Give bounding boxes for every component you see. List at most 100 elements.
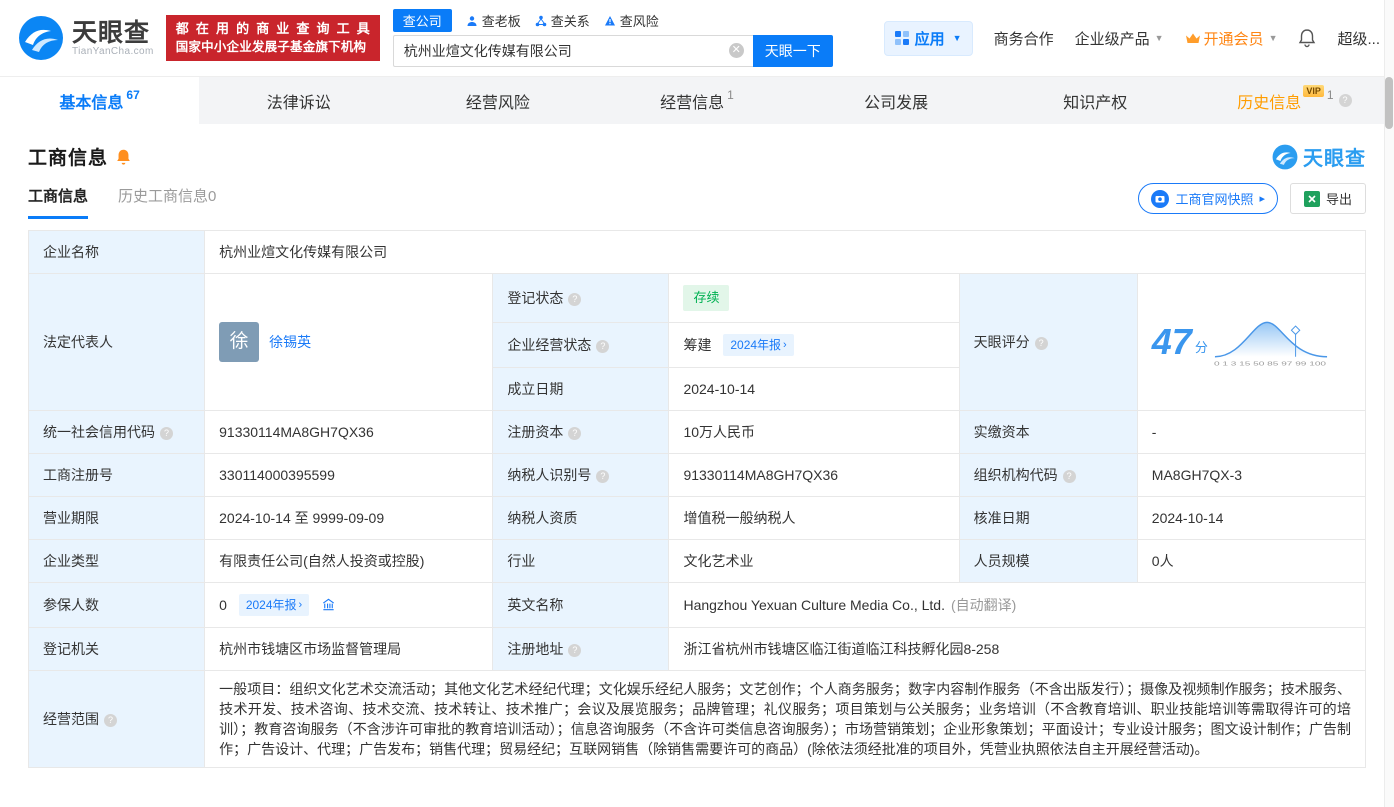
tab-operational-risk[interactable]: 经营风险: [398, 77, 597, 124]
help-icon[interactable]: ?: [160, 427, 173, 440]
brand-name: 天眼查: [72, 20, 154, 46]
field-value: 杭州业煊文化传媒有限公司: [205, 231, 1366, 274]
tab-history-info[interactable]: 历史信息 VIP 1 ?: [1195, 77, 1394, 124]
subtab-business-info[interactable]: 工商信息: [28, 185, 88, 219]
help-icon[interactable]: ?: [1035, 337, 1048, 350]
help-icon[interactable]: ?: [568, 644, 581, 657]
field-label: 人员规模: [959, 540, 1137, 583]
field-value: 筹建 2024年报›: [669, 323, 959, 368]
row-registration-number: 工商注册号 330114000395599 纳税人识别号? 91330114MA…: [29, 454, 1366, 497]
wave-logo-icon: [1272, 144, 1298, 170]
camera-icon: [1151, 190, 1169, 208]
tab-legal-proceedings[interactable]: 法律诉讼: [199, 77, 398, 124]
field-value: 2024-10-14: [1137, 497, 1365, 540]
avatar[interactable]: 徐: [219, 322, 259, 362]
field-label: 法定代表人: [29, 274, 205, 411]
field-value: 2024-10-14 至 9999-09-09: [205, 497, 493, 540]
nav-super-vip[interactable]: 超级...: [1337, 28, 1380, 49]
field-label: 经营范围?: [29, 671, 205, 768]
field-label: 组织机构代码?: [959, 454, 1137, 497]
score-axis-ticks: 0 1 3 15 50 85 97 99 100: [1214, 362, 1326, 368]
chevron-down-icon: ▼: [953, 33, 962, 43]
search-tab-company[interactable]: 查公司: [393, 9, 452, 32]
clear-icon[interactable]: ✕: [729, 43, 744, 58]
help-icon[interactable]: ?: [596, 340, 609, 353]
brand-logo[interactable]: 天眼查 TianYanCha.com: [18, 15, 154, 61]
subtabs-row: 工商信息 历史工商信息0 工商官网快照 ▸ 导出: [28, 183, 1366, 220]
brand-domain: TianYanCha.com: [72, 46, 154, 57]
field-label: 营业期限: [29, 497, 205, 540]
promo-line2: 国家中小企业发展子基金旗下机构: [176, 38, 370, 56]
promo-line1: 都在用的商业查询工具: [176, 20, 370, 38]
nav-business-cooperation[interactable]: 商务合作: [994, 28, 1054, 49]
field-value: MA8GH7QX-3: [1137, 454, 1365, 497]
search-tab-risk[interactable]: 查风险: [604, 11, 659, 30]
scrollbar-thumb[interactable]: [1385, 77, 1393, 129]
top-header: 天眼查 TianYanCha.com 都在用的商业查询工具 国家中小企业发展子基…: [0, 0, 1394, 76]
field-label: 注册地址?: [493, 628, 669, 671]
promo-banner[interactable]: 都在用的商业查询工具 国家中小企业发展子基金旗下机构: [166, 15, 380, 61]
export-button[interactable]: 导出: [1290, 183, 1366, 214]
subtab-history-business-info[interactable]: 历史工商信息0: [118, 185, 216, 219]
annual-report-badge[interactable]: 2024年报›: [239, 594, 309, 616]
search-tab-boss[interactable]: 查老板: [466, 11, 521, 30]
field-label: 企业类型: [29, 540, 205, 583]
field-label: 实缴资本: [959, 411, 1137, 454]
field-label: 行业: [493, 540, 669, 583]
watermark-logo: 天眼查: [1272, 142, 1366, 171]
help-icon[interactable]: ?: [568, 293, 581, 306]
field-label: 参保人数: [29, 583, 205, 628]
tab-count: 67: [126, 88, 139, 102]
tab-company-development[interactable]: 公司发展: [797, 77, 996, 124]
nav-open-vip[interactable]: 开通会员 ▼: [1185, 28, 1278, 49]
risk-icon: [604, 15, 616, 27]
field-label: 企业经营状态?: [493, 323, 669, 368]
field-value: 91330114MA8GH7QX36: [205, 411, 493, 454]
search-button[interactable]: 天眼一下: [753, 35, 833, 67]
tab-business-info[interactable]: 经营信息1: [597, 77, 796, 124]
field-label: 纳税人资质: [493, 497, 669, 540]
snapshot-button[interactable]: 工商官网快照 ▸: [1138, 183, 1278, 214]
nav-enterprise-products[interactable]: 企业级产品 ▼: [1075, 28, 1164, 49]
tab-basic-info[interactable]: 基本信息67: [0, 77, 199, 124]
search-tab-relation[interactable]: 查关系: [535, 11, 590, 30]
excel-icon: [1304, 191, 1320, 207]
field-label: 英文名称: [493, 583, 669, 628]
score-unit: 分: [1195, 338, 1208, 358]
row-legal-rep: 法定代表人 徐 徐锡英 登记状态? 存续 天眼评分? 47 分: [29, 274, 1366, 323]
wave-logo-icon: [18, 15, 64, 61]
help-icon[interactable]: ?: [568, 427, 581, 440]
row-company-type: 企业类型 有限责任公司(自然人投资或控股) 行业 文化艺术业 人员规模 0人: [29, 540, 1366, 583]
main-content: 工商信息 天眼查 工商信息 历史工商信息0 工商官网快照 ▸: [0, 142, 1394, 768]
field-value: 文化艺术业: [669, 540, 959, 583]
subscribe-bell-icon[interactable]: [115, 148, 132, 166]
section-title: 工商信息: [28, 143, 108, 170]
field-value: 0人: [1137, 540, 1365, 583]
help-icon[interactable]: ?: [1063, 470, 1076, 483]
apps-menu[interactable]: 应用 ▼: [884, 21, 973, 56]
legal-rep-link[interactable]: 徐锡英: [269, 332, 311, 352]
help-icon[interactable]: ?: [596, 470, 609, 483]
apps-grid-icon: [895, 31, 909, 45]
search-tabs: 查公司 查老板 查关系 查风险: [393, 9, 833, 32]
help-icon[interactable]: ?: [1339, 94, 1352, 107]
row-insured-count: 参保人数 0 2024年报› 英文名称 Hangzhou Yexuan Cult…: [29, 583, 1366, 628]
social-insurance-icon[interactable]: [321, 597, 336, 612]
status-badge: 存续: [683, 285, 729, 311]
field-value: 10万人民币: [669, 411, 959, 454]
help-icon[interactable]: ?: [104, 714, 117, 727]
tianyancha-company-page: 天眼查 TianYanCha.com 都在用的商业查询工具 国家中小企业发展子基…: [0, 0, 1394, 768]
score-value: 47: [1152, 322, 1192, 362]
tab-intellectual-property[interactable]: 知识产权: [996, 77, 1195, 124]
chevron-right-icon: ▸: [1259, 192, 1265, 205]
field-value: Hangzhou Yexuan Culture Media Co., Ltd.(…: [669, 583, 1366, 628]
company-nav-tabs: 基本信息67 法律诉讼 经营风险 经营信息1 公司发展 知识产权 历史信息 VI…: [0, 76, 1394, 124]
annual-report-badge[interactable]: 2024年报›: [723, 334, 793, 356]
field-value: 存续: [669, 274, 959, 323]
notification-bell-icon[interactable]: [1298, 28, 1316, 48]
field-value: 0 2024年报›: [205, 583, 493, 628]
search-input[interactable]: [393, 35, 753, 67]
scrollbar[interactable]: [1384, 0, 1394, 807]
search-bar: ✕ 天眼一下: [393, 35, 833, 67]
crown-icon: [1185, 32, 1201, 45]
